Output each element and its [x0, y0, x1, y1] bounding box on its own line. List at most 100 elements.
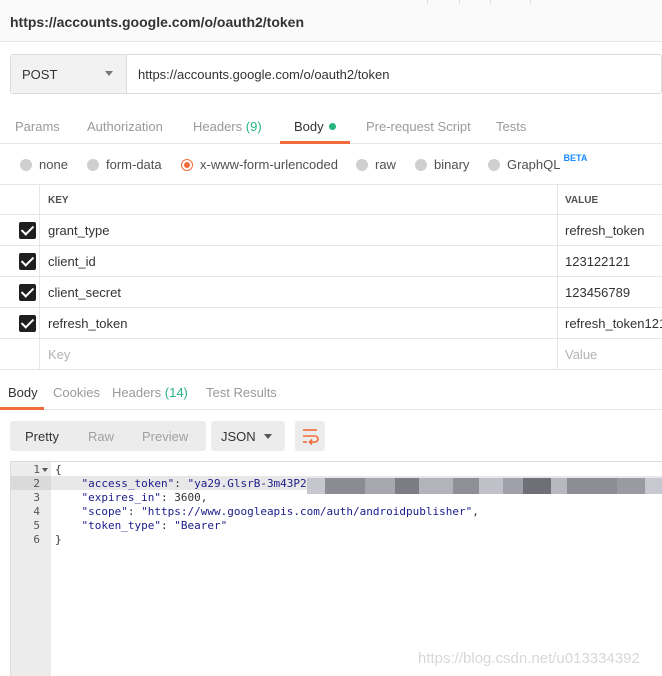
new-param-row: Key Value: [0, 339, 662, 370]
beta-badge: BETA: [563, 152, 588, 163]
line-number: 5: [33, 519, 40, 532]
tab-divider: [459, 0, 460, 4]
param-key[interactable]: client_id: [48, 254, 96, 269]
row-checkbox[interactable]: [19, 284, 36, 301]
table-row: refresh_token refresh_token121: [0, 308, 662, 339]
new-key-input[interactable]: Key: [48, 347, 70, 362]
param-key[interactable]: refresh_token: [48, 316, 128, 331]
json-value: "Bearer": [174, 519, 228, 532]
tab-headers-label: Headers: [193, 119, 243, 134]
param-value[interactable]: refresh_token: [565, 223, 645, 238]
column-divider: [557, 277, 558, 307]
tab-test-results[interactable]: Test Results: [206, 385, 277, 400]
json-value: "ya29.GlsrB-3m43P2: [187, 477, 307, 490]
tab-response-body[interactable]: Body: [8, 385, 38, 400]
watermark-text: https://blog.csdn.net/u013334392: [418, 650, 640, 667]
table-row: client_id 123122121: [0, 246, 662, 277]
param-key[interactable]: client_secret: [48, 285, 121, 300]
radio-urlencoded[interactable]: x-www-form-urlencoded: [181, 157, 338, 172]
tab-authorization[interactable]: Authorization: [87, 119, 163, 134]
request-url-bar: POST: [10, 54, 662, 94]
tab-prerequest-script[interactable]: Pre-request Script: [366, 119, 471, 134]
radio-circle-icon: [20, 158, 32, 171]
request-title-bar: https://accounts.google.com/o/oauth2/tok…: [0, 0, 662, 42]
radio-circle-icon: [87, 158, 99, 171]
new-value-input[interactable]: Value: [565, 347, 597, 362]
json-key: "access_token": [81, 477, 175, 490]
body-indicator-dot: [328, 123, 336, 130]
radio-circle-icon: [488, 158, 500, 171]
column-divider: [39, 308, 40, 338]
request-title: https://accounts.google.com/o/oauth2/tok…: [10, 14, 305, 30]
table-row: client_secret 123456789: [0, 277, 662, 308]
json-value: 3600: [174, 491, 201, 504]
radio-none-label: none: [39, 157, 68, 172]
tab-divider: [530, 0, 531, 4]
json-key: "scope": [81, 505, 128, 518]
tab-params[interactable]: Params: [15, 119, 60, 134]
radio-form-data-label: form-data: [106, 157, 162, 172]
pretty-button[interactable]: Pretty: [25, 429, 59, 444]
value-column-header: VALUE: [565, 195, 599, 206]
param-value[interactable]: refresh_token121: [565, 316, 662, 331]
request-tabs: Params Authorization Headers (9) Body Pr…: [0, 108, 662, 144]
format-select[interactable]: JSON: [211, 421, 285, 451]
row-checkbox[interactable]: [19, 222, 36, 239]
wrap-lines-icon: [303, 429, 319, 446]
active-tab-underline: [280, 141, 350, 144]
radio-selected-icon: [181, 158, 193, 171]
tab-cookies[interactable]: Cookies: [53, 385, 100, 400]
method-label: POST: [22, 66, 58, 82]
radio-raw[interactable]: raw: [356, 157, 396, 172]
tab-divider: [427, 0, 428, 4]
param-value[interactable]: 123456789: [565, 285, 630, 300]
code-line: "access_token": "ya29.GlsrB-3m43P2: [81, 477, 307, 490]
line-number: 3: [33, 491, 40, 504]
raw-button[interactable]: Raw: [88, 429, 114, 444]
column-divider: [557, 185, 558, 214]
radio-graphql-label: GraphQL: [507, 157, 561, 172]
row-checkbox[interactable]: [19, 315, 36, 332]
column-divider: [39, 246, 40, 276]
json-key: "token_type": [81, 519, 161, 532]
view-mode-segmented: Pretty Raw Preview: [10, 421, 206, 451]
column-divider: [557, 246, 558, 276]
active-tab-underline: [0, 407, 44, 410]
fold-arrow-icon[interactable]: [42, 468, 48, 472]
radio-form-data[interactable]: form-data: [87, 157, 162, 172]
column-divider: [39, 185, 40, 214]
column-divider: [39, 277, 40, 307]
body-type-selector: none form-data x-www-form-urlencoded raw…: [0, 152, 662, 178]
code-line: "scope": "https://www.googleapis.com/aut…: [81, 505, 479, 518]
tab-divider: [490, 0, 491, 4]
wrap-lines-button[interactable]: [295, 421, 325, 451]
code-line: }: [55, 533, 62, 547]
radio-graphql[interactable]: GraphQL BETA: [488, 153, 587, 172]
code-text: {: [55, 463, 62, 476]
line-number: 1: [33, 463, 40, 476]
format-label: JSON: [221, 429, 256, 444]
tab-body[interactable]: Body: [294, 119, 336, 134]
column-divider: [557, 339, 558, 369]
column-divider: [39, 215, 40, 245]
radio-circle-icon: [356, 158, 368, 171]
tab-response-headers[interactable]: Headers (14): [112, 385, 188, 400]
tab-tests[interactable]: Tests: [496, 119, 526, 134]
radio-none[interactable]: none: [20, 157, 68, 172]
param-key[interactable]: grant_type: [48, 223, 109, 238]
preview-button[interactable]: Preview: [142, 429, 188, 444]
method-select[interactable]: POST: [11, 55, 127, 93]
code-text: }: [55, 533, 62, 546]
row-checkbox[interactable]: [19, 253, 36, 270]
radio-binary-label: binary: [434, 157, 470, 172]
response-body-editor[interactable]: 1 2 3 4 5 6 { "access_token": "ya29.Glsr…: [10, 461, 662, 676]
param-value[interactable]: 123122121: [565, 254, 630, 269]
headers-count-badge: (9): [245, 119, 262, 134]
radio-binary[interactable]: binary: [415, 157, 469, 172]
chevron-down-icon: [264, 434, 272, 439]
tab-headers[interactable]: Headers (9): [193, 119, 262, 134]
tab-response-headers-label: Headers: [112, 385, 162, 400]
redacted-token-mosaic: [307, 478, 662, 494]
line-number: 4: [33, 505, 40, 518]
url-input[interactable]: [127, 55, 661, 93]
